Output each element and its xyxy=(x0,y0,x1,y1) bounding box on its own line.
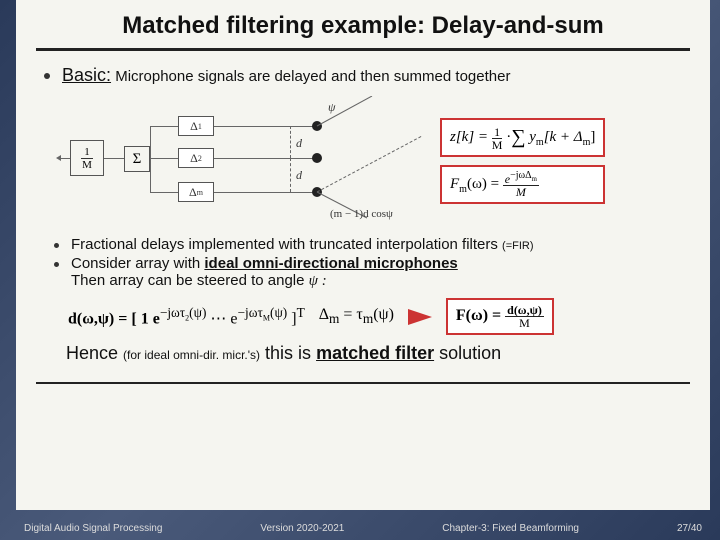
bullet-fractional: Fractional delays implemented with trunc… xyxy=(54,236,690,253)
bullet-basic-lead: Basic: xyxy=(62,65,111,85)
wire xyxy=(214,192,314,193)
wire xyxy=(150,126,151,192)
bullet-consider: Consider array with ideal omni-direction… xyxy=(54,255,690,290)
bullet-basic-rest: Microphone signals are delayed and then … xyxy=(111,68,510,85)
spacing-label-d: d xyxy=(296,136,302,151)
path-diff-label: (m − 1)d cosψ xyxy=(330,208,393,220)
angle-psi-label: ψ xyxy=(328,100,335,115)
equation-delta-tau: Δm = τm(ψ) xyxy=(319,306,394,327)
equation-steering-vector: d(ω,ψ) = [ 1 e−jωτ2(ψ) ⋯ e−jωτM(ψ) ]T xyxy=(68,305,305,328)
bullet-dot-icon xyxy=(54,262,59,267)
equation-column: z[k] = 1M ·∑ ym[k + Δm] Fm(ω) = e−jωΔm M xyxy=(440,118,605,203)
footer-left: Digital Audio Signal Processing xyxy=(24,523,162,534)
diagram-and-equations-row: 1 M Σ Δ1 Δ2 Δm xyxy=(60,96,690,226)
footer-right: Chapter-3: Fixed Beamforming xyxy=(442,523,579,534)
spacing-marker xyxy=(290,158,291,192)
title-rule xyxy=(36,48,690,51)
bottom-rule xyxy=(36,382,690,384)
slide-footer: Digital Audio Signal Processing Version … xyxy=(16,523,710,534)
equation-fm: Fm(ω) = e−jωΔm M xyxy=(440,165,605,204)
bullet-dot-icon xyxy=(44,73,50,79)
bullet-consider-text: Consider array with ideal omni-direction… xyxy=(71,255,458,290)
delay-block-m: Δm xyxy=(178,182,214,202)
equation-row-bottom: d(ω,ψ) = [ 1 e−jωτ2(ψ) ⋯ e−jωτM(ψ) ]T Δm… xyxy=(68,298,690,335)
gain-block: 1 M xyxy=(70,140,104,176)
bullet-basic-text: Basic: Microphone signals are delayed an… xyxy=(62,65,510,86)
output-arrow-icon xyxy=(56,155,61,161)
delay-block-2: Δ2 xyxy=(178,148,214,168)
fraction: 1M xyxy=(492,126,503,151)
implies-arrow-icon xyxy=(408,309,432,325)
footer-mid: Version 2020-2021 xyxy=(260,523,344,534)
bullet-dot-icon xyxy=(54,243,59,248)
output-line xyxy=(60,158,70,159)
bullet-basic: Basic: Microphone signals are delayed an… xyxy=(44,65,690,86)
wire xyxy=(150,126,178,127)
sigma-icon: ∑ xyxy=(511,126,525,148)
spacing-label-d: d xyxy=(296,168,302,183)
wavefront-icon xyxy=(312,96,430,226)
bullet-fractional-text: Fractional delays implemented with trunc… xyxy=(71,236,534,253)
wire xyxy=(150,158,178,159)
wire xyxy=(104,158,124,159)
summer-block: Σ xyxy=(124,146,150,172)
gain-num: 1 xyxy=(81,146,93,159)
wire xyxy=(214,126,314,127)
block-diagram: 1 M Σ Δ1 Δ2 Δm xyxy=(60,96,430,226)
wire xyxy=(214,158,314,159)
conclusion-line: Hence (for ideal omni-dir. micr.'s) this… xyxy=(66,343,690,364)
spacing-marker xyxy=(290,126,291,158)
sub-bullets: Fractional delays implemented with trunc… xyxy=(54,236,690,290)
slide-title: Matched filtering example: Delay-and-sum xyxy=(36,12,690,48)
wire xyxy=(150,192,178,193)
gain-den: M xyxy=(82,159,92,171)
fraction: e−jωΔm M xyxy=(503,171,539,198)
equation-F-omega: F(ω) = d(ω,ψ) M xyxy=(446,298,554,335)
slide-body: Matched filtering example: Delay-and-sum… xyxy=(16,0,710,510)
footer-page: 27/40 xyxy=(677,523,702,534)
delay-block-1: Δ1 xyxy=(178,116,214,136)
equation-zk: z[k] = 1M ·∑ ym[k + Δm] xyxy=(440,118,605,156)
fraction: d(ω,ψ) M xyxy=(505,304,544,329)
